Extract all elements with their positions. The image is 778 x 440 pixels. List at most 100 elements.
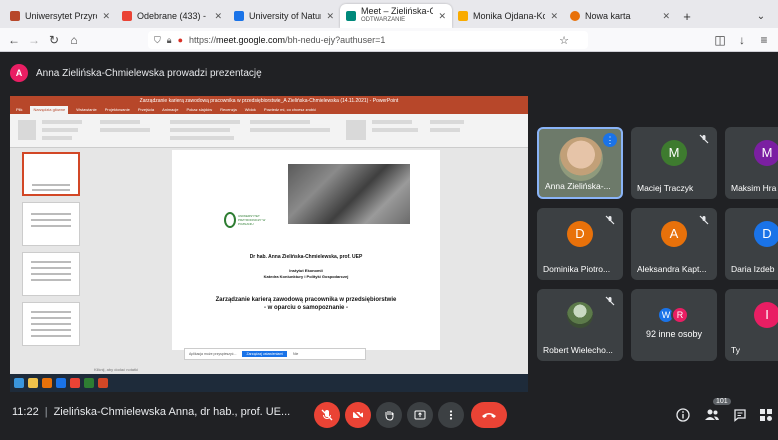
browser-tab[interactable]: Monika Ojdana-Kościuszko ✕ [452, 4, 564, 28]
powerpoint-taskbar-icon[interactable] [98, 378, 108, 388]
gmail-icon [122, 11, 132, 21]
reload-icon[interactable]: ↻ [44, 30, 64, 50]
participant-tile[interactable]: A Aleksandra Kapt... [631, 208, 717, 280]
participant-tile[interactable]: D Daria Izdeb [725, 208, 778, 280]
tab-favicon-icon [458, 11, 468, 21]
home-icon[interactable]: ⌂ [64, 30, 84, 50]
participant-avatar: M [661, 139, 687, 166]
mic-off-icon [321, 409, 333, 421]
current-slide: UNIWERSYTET PRZYRODNICZY W POZNANIU Dr h… [172, 150, 440, 350]
mic-permission-icon[interactable]: ● [178, 35, 183, 45]
forward-icon[interactable]: → [24, 30, 44, 50]
shared-screen[interactable]: Zarządzanie karierą zawodową pracownika … [10, 96, 528, 392]
shield-icon[interactable]: ⛉ [154, 35, 161, 46]
browser-tab[interactable]: Uniwersytet Przyrodniczy ✕ [4, 4, 116, 28]
participant-name: Robert Wielecho... [543, 345, 613, 355]
ribbon-tab[interactable]: Projektowanie [105, 106, 130, 114]
mic-muted-icon [603, 294, 617, 308]
close-tab-icon[interactable]: ✕ [438, 11, 446, 22]
end-call-icon [482, 413, 496, 418]
tab-favicon-icon [10, 11, 20, 21]
slide-thumbnail[interactable] [22, 302, 80, 346]
taskbar-app-icon[interactable] [56, 378, 66, 388]
new-tab-icon[interactable]: + [676, 4, 698, 28]
taskbar-app-icon[interactable] [84, 378, 94, 388]
meeting-info: 11:22 | Zielińska-Chmielewska Anna, dr hab… [12, 406, 290, 418]
raise-hand-button[interactable] [376, 402, 402, 428]
slide-thumbnail[interactable] [22, 202, 80, 246]
close-tab-icon[interactable]: ✕ [662, 11, 670, 22]
chat-button[interactable] [729, 404, 751, 426]
participant-avatar: R [671, 305, 689, 324]
camera-toggle-button[interactable] [345, 402, 371, 428]
dismiss-button[interactable]: Nie [293, 352, 298, 356]
meeting-details-button[interactable] [672, 404, 694, 426]
ribbon-tab[interactable]: Narzędzia główne [30, 106, 69, 114]
participant-tile[interactable]: M Maksim Hra [725, 127, 778, 199]
camera-off-icon [352, 409, 364, 421]
participant-name: Anna Zielińska-... [545, 181, 611, 191]
bookmark-star-icon[interactable]: ☆ [554, 30, 574, 50]
menu-icon[interactable]: ≡ [754, 30, 774, 50]
ribbon-tab[interactable]: Plik [16, 106, 22, 114]
windows-taskbar [10, 374, 528, 392]
browser-tab[interactable]: Nowa karta ✕ [564, 4, 676, 28]
tab-title: Uniwersytet Przyrodniczy [25, 11, 97, 21]
ribbon-tab[interactable]: Pokaz slajdów [187, 106, 213, 114]
people-button[interactable] [701, 404, 723, 426]
leave-call-button[interactable] [471, 402, 507, 428]
taskbar-app-icon[interactable] [28, 378, 38, 388]
ribbon-tab[interactable]: Widok [245, 106, 256, 114]
others-tile[interactable]: W R 92 inne osoby [631, 289, 717, 361]
participant-tile-self[interactable]: ⋮ Anna Zielińska-... [537, 127, 623, 199]
ribbon-tab[interactable]: Przejścia [138, 106, 154, 114]
tab-title: University of Natural Scie [249, 11, 321, 21]
manage-settings-button[interactable]: Zarządzaj ustawieniami [242, 351, 288, 357]
building-photo [288, 164, 410, 224]
people-icon [705, 409, 719, 420]
participant-name: Ty [731, 345, 740, 355]
browser-tab-active[interactable]: Meet – Zielińska-Chmielewska ODTWARZANIE… [340, 4, 452, 28]
close-tab-icon[interactable]: ✕ [550, 11, 558, 22]
browser-tab[interactable]: University of Natural Scie ✕ [228, 4, 340, 28]
notes-hint[interactable]: Kliknij, aby dodać notatki [94, 367, 138, 372]
separator: | [44, 406, 48, 418]
ribbon-tab[interactable]: Wstawianie [76, 106, 96, 114]
participant-avatar: M [754, 139, 778, 166]
tab-list-chevron-icon[interactable]: ⌄ [750, 4, 772, 28]
participant-tile-you[interactable]: I Ty [725, 289, 778, 361]
participant-tile[interactable]: Robert Wielecho... [537, 289, 623, 361]
ribbon [10, 114, 528, 148]
present-button[interactable] [407, 402, 433, 428]
address-bar[interactable]: ⛉ 🔒︎ ● https://meet.google.com/bh-nedu-e… [148, 31, 588, 49]
firefox-icon [570, 11, 580, 21]
ribbon-tab[interactable]: Recenzja [220, 106, 237, 114]
activities-button[interactable] [755, 404, 777, 426]
ribbon-tab[interactable]: Powiedz mi, co chcesz zrobić [264, 106, 316, 114]
lock-icon[interactable]: 🔒︎ [167, 35, 172, 46]
pocket-icon[interactable]: ◫ [710, 30, 730, 50]
windows-start-icon[interactable] [14, 378, 24, 388]
presenter-avatar: A [10, 64, 28, 82]
download-icon[interactable]: ↓ [732, 30, 752, 50]
participant-tile[interactable]: M Maciej Traczyk [631, 127, 717, 199]
taskbar-app-icon[interactable] [42, 378, 52, 388]
taskbar-app-icon[interactable] [70, 378, 80, 388]
presenting-text: Anna Zielińska-Chmielewska prowadzi prez… [36, 67, 262, 79]
ribbon-tab[interactable]: Animacje [162, 106, 178, 114]
close-tab-icon[interactable]: ✕ [326, 11, 334, 22]
slide-thumbnail[interactable] [22, 252, 80, 296]
slide-thumbnail[interactable] [22, 152, 80, 196]
browser-tab[interactable]: Odebrane (433) - internet ✕ [116, 4, 228, 28]
slide-title-line: Zarządzanie karierą zawodową pracownika … [215, 297, 397, 303]
speaking-indicator-icon: ⋮ [603, 133, 617, 147]
back-icon[interactable]: ← [4, 30, 24, 50]
participant-tile[interactable]: D Dominika Piotro... [537, 208, 623, 280]
mic-toggle-button[interactable] [314, 402, 340, 428]
more-options-button[interactable] [438, 402, 464, 428]
close-tab-icon[interactable]: ✕ [214, 11, 222, 22]
meeting-title: Zielińska-Chmielewska Anna, dr hab., pro… [53, 406, 291, 418]
close-tab-icon[interactable]: ✕ [102, 11, 110, 22]
mic-muted-icon [697, 132, 711, 146]
slide-department: Katedra Koniunktury i Polityki Gospodarc… [263, 274, 349, 279]
